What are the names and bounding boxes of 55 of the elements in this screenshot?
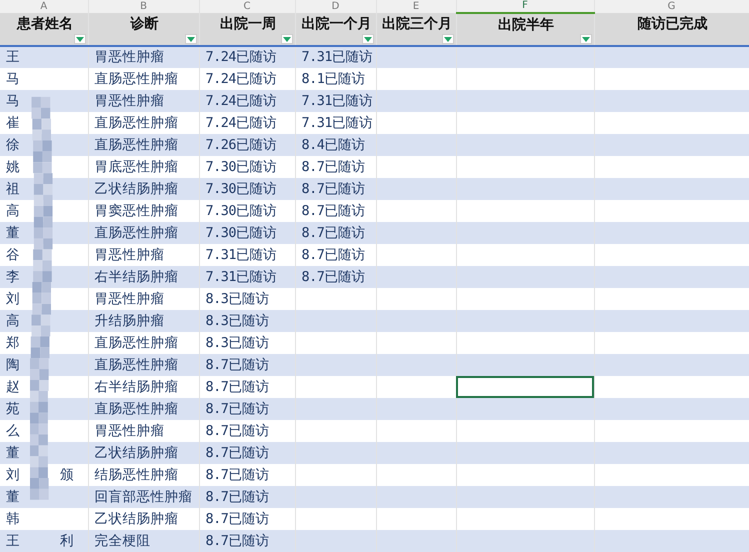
filter-icon[interactable] (362, 34, 374, 44)
table-cell: 7.26已随访 (199, 134, 295, 156)
table-cell: 胃恶性肿瘤 (88, 90, 199, 112)
table-cell: 直肠恶性肿瘤 (88, 354, 199, 376)
header-cell: 出院一个月 (295, 13, 376, 46)
table-cell: 8.7已随访 (199, 442, 295, 464)
table-cell: 7.30已随访 (199, 178, 295, 200)
name-fragment: 利 (60, 532, 74, 551)
table-cell: 8.4已随访 (295, 134, 376, 156)
table-cell: 直肠恶性肿瘤 (88, 398, 199, 420)
header-cell: 患者姓名 (0, 13, 88, 46)
filter-icon[interactable] (74, 34, 86, 44)
column-letter[interactable]: F (456, 0, 594, 13)
table-cell: 7.24已随访 (199, 90, 295, 112)
table-cell: 8.3已随访 (199, 310, 295, 332)
table-cell: 升结肠肿瘤 (88, 310, 199, 332)
table-cell: 乙状结肠肿瘤 (88, 442, 199, 464)
header-cell: 诊断 (88, 13, 199, 46)
filter-icon[interactable] (184, 34, 196, 44)
table-cell: 8.7已随访 (199, 398, 295, 420)
table-cell: 8.7已随访 (295, 178, 376, 200)
column-letter[interactable]: A (0, 0, 88, 13)
header-cell: 出院一周 (199, 13, 295, 46)
table-cell: 王 (0, 46, 88, 68)
table-cell: 8.7已随访 (295, 222, 376, 244)
table-cell: 7.31已随访 (295, 90, 376, 112)
table-cell: 7.24已随访 (199, 46, 295, 68)
table-cell: 8.7已随访 (199, 486, 295, 508)
table-cell: 胃恶性肿瘤 (88, 46, 199, 68)
column-letter[interactable]: B (88, 0, 199, 13)
header-cell: 随访已完成 (594, 13, 749, 46)
name-fragment: 颁 (60, 466, 74, 485)
column-letter[interactable]: C (199, 0, 295, 13)
table-cell: 8.7已随访 (199, 354, 295, 376)
table-cell: 乙状结肠肿瘤 (88, 178, 199, 200)
table-cell: 7.30已随访 (199, 222, 295, 244)
table-cell: 8.7已随访 (199, 530, 295, 552)
selected-cell[interactable] (456, 376, 594, 398)
column-letter[interactable]: G (594, 0, 749, 13)
column-letter[interactable]: E (376, 0, 456, 13)
column-letter[interactable]: D (295, 0, 376, 13)
table-cell: 7.31已随访 (199, 266, 295, 288)
table-cell: 回盲部恶性肿瘤 (88, 486, 199, 508)
table-cell: 王 利 (0, 530, 88, 552)
table-cell: 直肠恶性肿瘤 (88, 222, 199, 244)
table-cell: 完全梗阻 (88, 530, 199, 552)
table-cell: 7.31已随访 (295, 46, 376, 68)
header-cell: 出院半年 (456, 13, 594, 46)
filter-icon[interactable] (280, 34, 292, 44)
table-cell: 直肠恶性肿瘤 (88, 134, 199, 156)
filter-icon[interactable] (442, 34, 454, 44)
table-cell: 8.7已随访 (295, 266, 376, 288)
header-cell: 出院三个月 (376, 13, 456, 46)
filter-icon[interactable] (580, 34, 592, 44)
table-cell: 右半结肠肿瘤 (88, 266, 199, 288)
